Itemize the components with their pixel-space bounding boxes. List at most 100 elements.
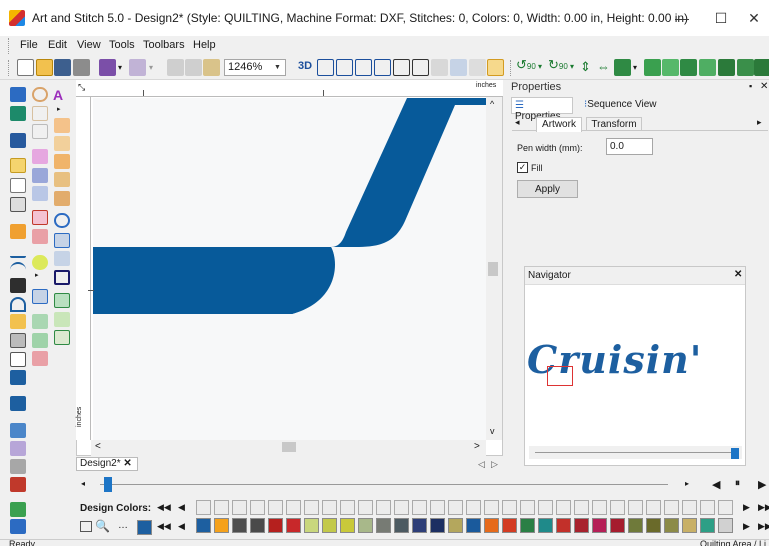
- open-folder-icon[interactable]: [36, 59, 53, 76]
- undo-dropdown-icon[interactable]: ▾: [118, 63, 122, 72]
- subtab-left-icon[interactable]: ◂: [515, 117, 520, 128]
- palette-prev-icon[interactable]: ◀: [178, 521, 185, 532]
- mirror-icon[interactable]: [680, 59, 697, 76]
- border-icon[interactable]: [54, 136, 70, 151]
- display-grid-icon[interactable]: [431, 59, 448, 76]
- palette-color-swatch[interactable]: [358, 518, 373, 533]
- tab-scroll-left-icon[interactable]: ◁: [478, 459, 485, 470]
- empty-design-color-swatch[interactable]: [196, 500, 211, 515]
- empty-design-color-swatch[interactable]: [466, 500, 481, 515]
- stipple-icon[interactable]: [54, 293, 70, 308]
- zoom-fit-icon[interactable]: [336, 59, 353, 76]
- pen-width-input[interactable]: 0.0: [606, 138, 653, 155]
- display-points-icon[interactable]: [412, 59, 429, 76]
- ungroup-icon[interactable]: [737, 59, 754, 76]
- new-file-icon[interactable]: [17, 59, 34, 76]
- reshape-icon[interactable]: [10, 106, 26, 121]
- star-tool-icon[interactable]: [10, 396, 26, 411]
- freehand-tool-icon[interactable]: [32, 106, 48, 121]
- palette-color-swatch[interactable]: [304, 518, 319, 533]
- print-icon[interactable]: [73, 59, 90, 76]
- undo-icon[interactable]: [99, 59, 116, 76]
- empty-design-color-swatch[interactable]: [664, 500, 679, 515]
- palette-color-swatch[interactable]: [430, 518, 445, 533]
- pan-hand-icon[interactable]: [10, 178, 26, 193]
- empty-design-color-swatch[interactable]: [574, 500, 589, 515]
- close-window-button[interactable]: ✕: [737, 6, 769, 30]
- vertical-ruler[interactable]: [76, 97, 91, 440]
- empty-design-color-swatch[interactable]: [592, 500, 607, 515]
- fill-color-icon[interactable]: [10, 370, 26, 385]
- palette-color-swatch[interactable]: [196, 518, 211, 533]
- empty-design-color-swatch[interactable]: [376, 500, 391, 515]
- paste-icon[interactable]: [203, 59, 220, 76]
- empty-design-color-swatch[interactable]: [412, 500, 427, 515]
- empty-design-color-swatch[interactable]: [358, 500, 373, 515]
- group-icon[interactable]: [718, 59, 735, 76]
- empty-design-color-swatch[interactable]: [286, 500, 301, 515]
- crosshatch-fill-icon[interactable]: [54, 330, 70, 345]
- palette-color-swatch[interactable]: [322, 518, 337, 533]
- palette-color-swatch[interactable]: [412, 518, 427, 533]
- palette-color-swatch[interactable]: [628, 518, 643, 533]
- empty-design-color-swatch[interactable]: [394, 500, 409, 515]
- measure-icon[interactable]: [10, 197, 26, 212]
- fill-checkbox[interactable]: ✓: [517, 162, 528, 173]
- palette-color-swatch[interactable]: [700, 518, 715, 533]
- slider-right-icon[interactable]: ▸: [685, 479, 689, 488]
- flip-vertical-icon[interactable]: ⇕: [577, 59, 594, 76]
- palette-color-swatch[interactable]: [718, 518, 733, 533]
- palette-color-swatch[interactable]: [682, 518, 697, 533]
- cross-hatch-icon[interactable]: [32, 168, 48, 183]
- zoom-selection-icon[interactable]: [355, 59, 372, 76]
- palette-color-swatch[interactable]: [520, 518, 535, 533]
- subtab-right-icon[interactable]: ▸: [757, 117, 762, 128]
- empty-design-color-swatch[interactable]: [232, 500, 247, 515]
- applique-icon[interactable]: [32, 210, 48, 225]
- panel-close-button[interactable]: ✕: [760, 81, 768, 92]
- palette-color-swatch[interactable]: [232, 518, 247, 533]
- empty-design-color-swatch[interactable]: [214, 500, 229, 515]
- weld-icon[interactable]: [754, 59, 769, 76]
- menu-file[interactable]: File: [20, 39, 38, 51]
- spiral-fill-icon[interactable]: [32, 186, 48, 201]
- empty-design-color-swatch[interactable]: [430, 500, 445, 515]
- palette-color-swatch[interactable]: [610, 518, 625, 533]
- circle-fill-icon[interactable]: [32, 255, 48, 270]
- tab-properties[interactable]: ☰ Properties: [511, 97, 573, 122]
- scroll-left-icon[interactable]: <: [95, 441, 101, 452]
- empty-design-color-swatch[interactable]: [502, 500, 517, 515]
- heart-fill-icon[interactable]: [32, 314, 48, 329]
- palette-color-swatch[interactable]: [664, 518, 679, 533]
- rotate-left-90-button[interactable]: ↺90 ▾: [516, 57, 550, 77]
- empty-design-color-swatch[interactable]: [304, 500, 319, 515]
- palette-color-swatch[interactable]: [448, 518, 463, 533]
- tab-scroll-right-icon[interactable]: ▷: [491, 459, 498, 470]
- empty-design-color-swatch[interactable]: [556, 500, 571, 515]
- vector-icon[interactable]: [54, 233, 70, 248]
- bezier-tool-icon[interactable]: [10, 278, 26, 293]
- select-pointer-icon[interactable]: [10, 87, 26, 102]
- menu-tools[interactable]: Tools: [109, 39, 135, 51]
- color-search-icon[interactable]: 🔍: [95, 519, 110, 533]
- vertical-scroll-thumb[interactable]: [488, 262, 498, 276]
- flip-horizontal-icon[interactable]: ⇔: [595, 59, 612, 76]
- lettering-tool-icon[interactable]: A: [53, 87, 63, 103]
- empty-design-color-swatch[interactable]: [700, 500, 715, 515]
- palette-color-swatch[interactable]: [646, 518, 661, 533]
- align-icon[interactable]: [614, 59, 631, 76]
- empty-design-color-swatch[interactable]: [610, 500, 625, 515]
- transform-icon[interactable]: [10, 133, 26, 148]
- paint-icon[interactable]: [10, 314, 26, 329]
- stitch-icon[interactable]: [10, 477, 26, 492]
- heart-shape-icon[interactable]: [54, 213, 70, 228]
- empty-design-color-swatch[interactable]: [682, 500, 697, 515]
- magic-tool-icon[interactable]: [10, 459, 26, 474]
- display-background-icon[interactable]: [450, 59, 467, 76]
- contour-fill-icon[interactable]: [32, 289, 48, 304]
- empty-design-color-swatch[interactable]: [628, 500, 643, 515]
- empty-design-color-swatch[interactable]: [718, 500, 733, 515]
- cut-icon[interactable]: [167, 59, 184, 76]
- eraser-icon[interactable]: [10, 333, 26, 348]
- kaleidoscope-icon[interactable]: [699, 59, 716, 76]
